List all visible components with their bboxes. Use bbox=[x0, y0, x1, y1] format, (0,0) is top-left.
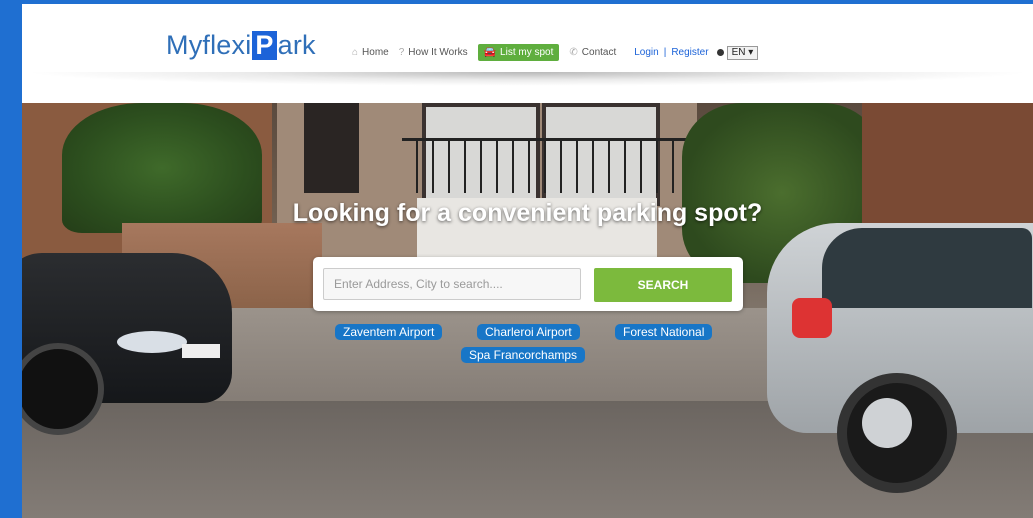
list-my-spot-label: List my spot bbox=[500, 47, 554, 58]
nav-contact[interactable]: ✆ Contact bbox=[569, 47, 616, 58]
bg-car-left-plate bbox=[182, 344, 220, 358]
auth-separator: | bbox=[663, 47, 667, 58]
search-button[interactable]: SEARCH bbox=[594, 268, 732, 302]
bg-door bbox=[304, 103, 359, 193]
nav-how-it-works[interactable]: ? How It Works bbox=[399, 47, 468, 58]
home-icon: ⌂ bbox=[352, 47, 359, 58]
globe-icon bbox=[716, 49, 724, 56]
search-input[interactable] bbox=[323, 268, 581, 300]
bg-car-right-window bbox=[822, 228, 1032, 308]
browser-frame: Myflexi Park ⌂ Home ? How It Works 🚘 List… bbox=[22, 4, 1033, 518]
bg-balcony bbox=[402, 138, 687, 193]
car-icon: 🚘 bbox=[483, 47, 497, 58]
login-link[interactable]: Login bbox=[634, 47, 658, 58]
register-link[interactable]: Register bbox=[671, 47, 708, 58]
hero-section: Looking for a convenient parking spot? S… bbox=[22, 103, 1033, 518]
nav-home[interactable]: ⌂ Home bbox=[352, 47, 389, 58]
list-my-spot-button[interactable]: 🚘 List my spot bbox=[477, 44, 560, 61]
bg-car-right-rim bbox=[862, 398, 912, 448]
nav-contact-label: Contact bbox=[581, 47, 617, 58]
nav-home-label: Home bbox=[362, 47, 389, 58]
quick-link-spa-francorchamps[interactable]: Spa Francorchamps bbox=[461, 347, 586, 363]
site-logo[interactable]: Myflexi Park bbox=[166, 30, 316, 61]
logo-text-part2: ark bbox=[277, 30, 316, 60]
search-panel: SEARCH bbox=[313, 257, 743, 311]
bg-car-right-taillight bbox=[792, 298, 832, 338]
nav-how-it-works-label: How It Works bbox=[408, 47, 468, 58]
logo-text-part1: Myflexi bbox=[166, 30, 252, 60]
language-select[interactable]: EN ▾ bbox=[726, 45, 759, 60]
hero-headline: Looking for a convenient parking spot? bbox=[292, 199, 763, 227]
site-header: Myflexi Park ⌂ Home ? How It Works 🚘 List… bbox=[22, 4, 1033, 100]
bg-car-left-headlight bbox=[117, 331, 187, 353]
quick-link-forest-national[interactable]: Forest National bbox=[615, 324, 713, 340]
logo-p-box: P bbox=[252, 31, 277, 60]
quick-link-charleroi-airport[interactable]: Charleroi Airport bbox=[477, 324, 580, 340]
quick-link-zaventem-airport[interactable]: Zaventem Airport bbox=[335, 324, 443, 340]
header-shadow bbox=[22, 72, 1033, 86]
main-nav: ⌂ Home ? How It Works 🚘 List my spot ✆ C… bbox=[352, 44, 759, 61]
question-icon: ? bbox=[398, 47, 405, 58]
phone-icon: ✆ bbox=[569, 47, 578, 58]
